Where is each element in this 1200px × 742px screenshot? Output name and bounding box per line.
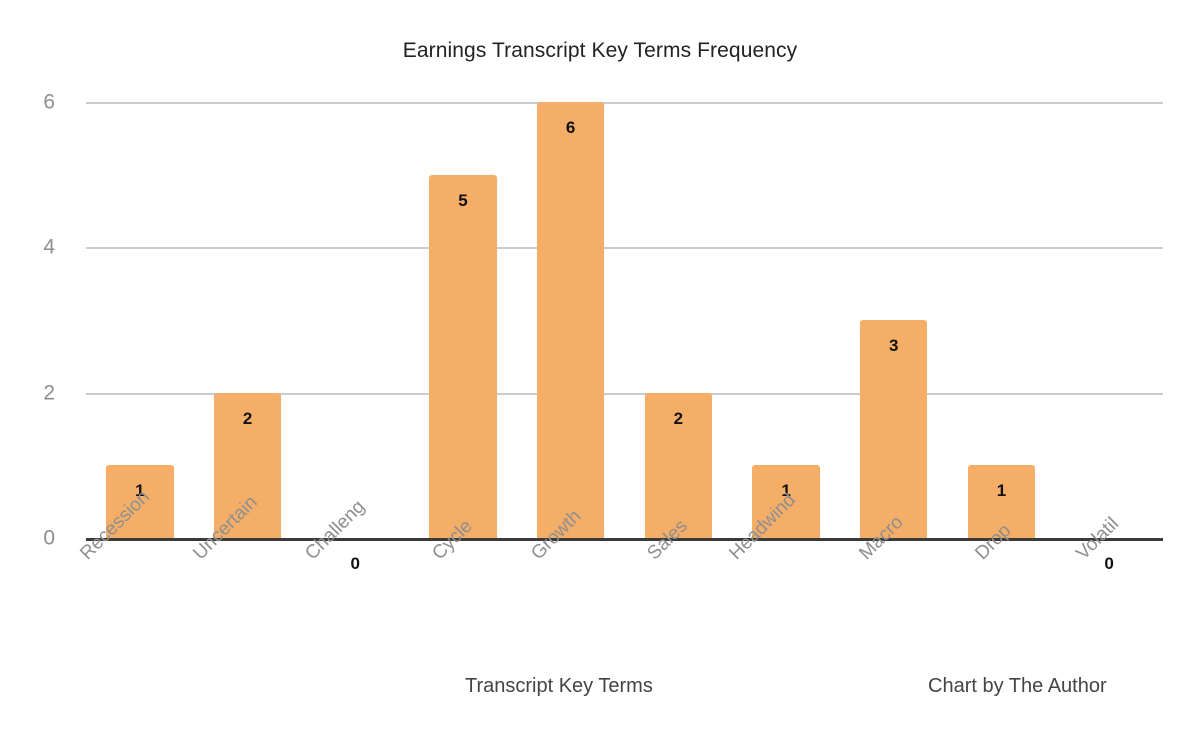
bar-chart: Earnings Transcript Key Terms Frequency … [0, 0, 1200, 742]
bar-slot: 5 [429, 102, 497, 538]
plot-area: 1205621310 [86, 102, 1163, 572]
bar-series: 1205621310 [86, 102, 1163, 572]
bar-value-label: 2 [673, 408, 684, 428]
bar-slot: 0 [322, 102, 389, 572]
bar-slot: 2 [213, 102, 282, 538]
bar-value-label: 2 [242, 408, 253, 428]
bar-value-label: 6 [565, 118, 576, 137]
bar[interactable] [536, 102, 605, 538]
bar[interactable] [429, 174, 497, 538]
bar-value-label: 5 [458, 190, 468, 210]
bar-slot: 1 [752, 102, 820, 538]
bar-slot: 1 [106, 102, 174, 538]
bar-slot: 0 [1075, 102, 1142, 572]
bar-slot: 2 [644, 102, 712, 538]
x-axis-title: Transcript Key Terms [465, 675, 653, 697]
chart-credit: Chart by The Author [928, 675, 1107, 697]
y-axis-tick-2: 2 [43, 381, 55, 405]
bar-slot: 6 [536, 102, 605, 538]
y-axis-tick-6: 6 [43, 90, 55, 114]
x-axis-labels: Recession Uncertain Challeng Cycle Growth Sal… [76, 487, 1163, 658]
bar-slot: 1 [967, 102, 1036, 538]
bar-value-label: 3 [889, 336, 899, 355]
bar-slot: 3 [860, 102, 928, 538]
bar-value-label: 1 [996, 481, 1007, 501]
chart-title: Earnings Transcript Key Terms Frequency [402, 39, 798, 62]
y-axis-tick-4: 4 [43, 235, 55, 259]
y-axis-tick-0: 0 [43, 526, 55, 550]
